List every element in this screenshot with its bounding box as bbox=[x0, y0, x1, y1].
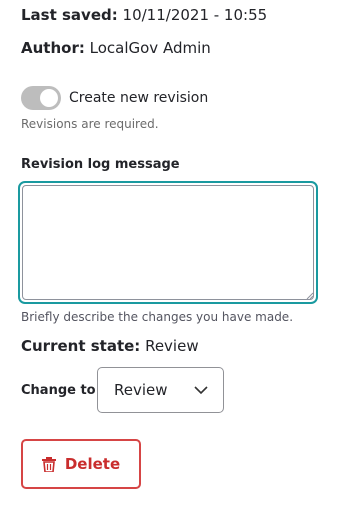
textarea-inner bbox=[22, 185, 314, 300]
revision-help-text: Revisions are required. bbox=[21, 117, 159, 131]
resize-grip-icon[interactable] bbox=[306, 292, 314, 300]
change-to-select[interactable]: Review bbox=[97, 367, 224, 413]
change-to-value: Review bbox=[114, 381, 168, 399]
change-to-label: Change to: bbox=[21, 383, 101, 398]
author: Author: LocalGov Admin bbox=[21, 39, 211, 57]
new-revision-label: Create new revision bbox=[69, 90, 209, 106]
revision-log-label: Revision log message bbox=[21, 157, 180, 172]
new-revision-toggle-row: Create new revision bbox=[21, 86, 208, 110]
toggle-knob bbox=[40, 89, 58, 107]
last-saved-label: Last saved: bbox=[21, 6, 118, 24]
trash-icon bbox=[41, 457, 56, 472]
new-revision-toggle[interactable] bbox=[21, 86, 61, 110]
last-saved-value: 10/11/2021 - 10:55 bbox=[122, 6, 268, 24]
current-state-label: Current state: bbox=[21, 337, 141, 355]
current-state-value: Review bbox=[145, 337, 199, 355]
delete-label: Delete bbox=[64, 455, 121, 473]
current-state: Current state: Review bbox=[21, 337, 199, 355]
author-label: Author: bbox=[21, 39, 85, 57]
last-saved: Last saved: 10/11/2021 - 10:55 bbox=[21, 6, 267, 24]
author-value: LocalGov Admin bbox=[89, 39, 211, 57]
revision-log-help: Briefly describe the changes you have ma… bbox=[21, 310, 294, 324]
chevron-down-icon bbox=[194, 386, 208, 395]
delete-button[interactable]: Delete bbox=[21, 439, 141, 489]
revision-log-textarea[interactable] bbox=[18, 181, 318, 304]
